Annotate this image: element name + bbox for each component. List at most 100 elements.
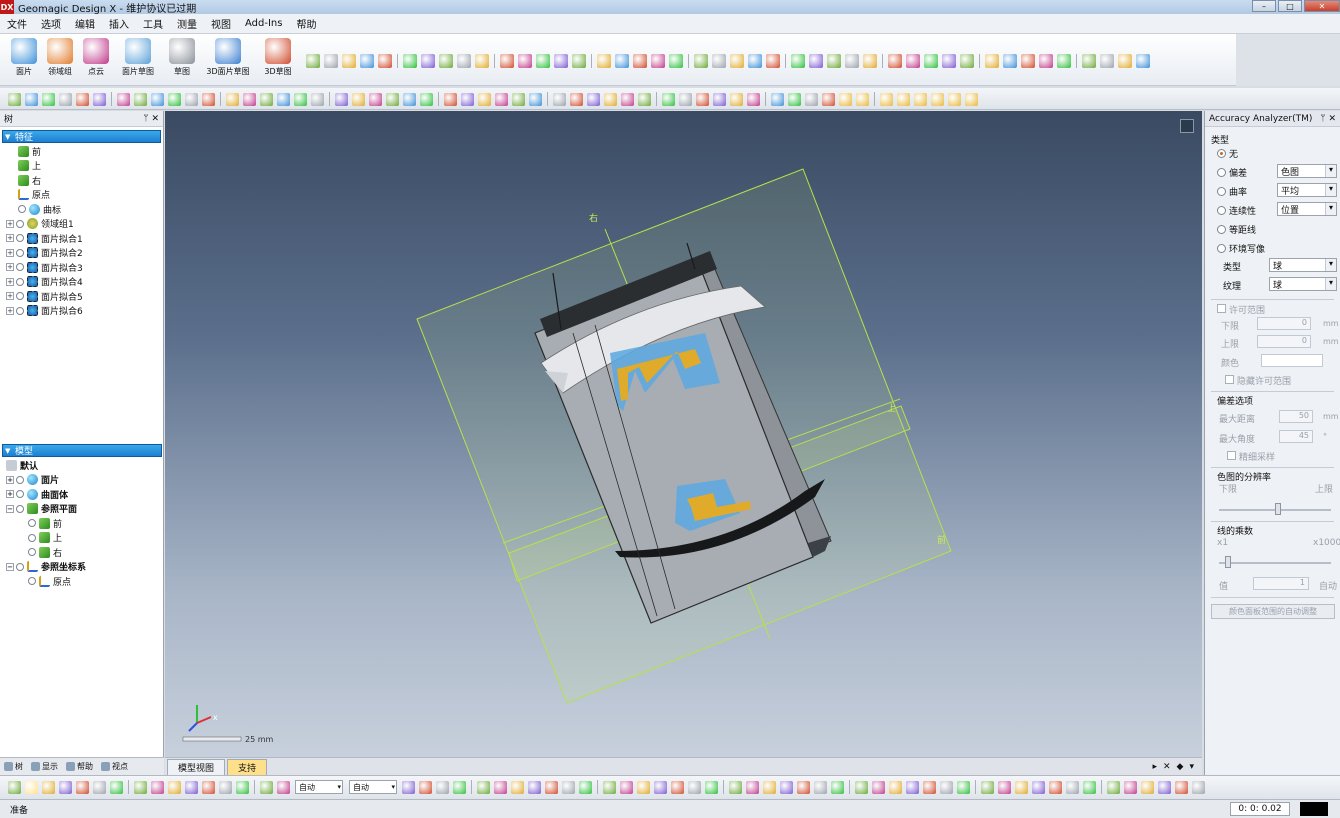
bottom-tool-icon[interactable] [134,780,147,794]
view-tool-icon[interactable] [788,92,801,106]
view-tool-icon[interactable] [965,92,978,106]
continuity-mode-combo[interactable]: 位置 [1277,202,1337,216]
menu-item-7[interactable]: Add-Ins [238,18,289,29]
ribbon-small-tool-icon[interactable] [518,54,532,68]
feature-tree-item[interactable]: 右 [0,173,163,188]
bottom-tool-icon[interactable] [780,780,793,794]
view-tool-icon[interactable] [856,92,869,106]
ribbon-small-tool-icon[interactable] [615,54,629,68]
view-tool-icon[interactable] [679,92,692,106]
model-tree-item[interactable]: 上 [0,531,164,546]
tab-prev-icon[interactable]: ▸ [1152,762,1157,772]
bottom-tool-icon[interactable] [1083,780,1096,794]
bottom-tool-icon[interactable] [1124,780,1137,794]
feature-tree-item[interactable]: 曲标 [0,202,163,217]
visibility-toggle[interactable] [16,263,24,272]
view-tool-icon[interactable] [621,92,634,106]
bottom-tool-icon[interactable] [419,780,432,794]
ribbon-small-tool-icon[interactable] [306,54,320,68]
features-section-header[interactable]: 特征 [2,130,161,143]
style-type-combo[interactable]: 球 [1269,258,1337,272]
ribbon-small-tool-icon[interactable] [766,54,780,68]
bottom-tool-icon[interactable] [185,780,198,794]
bottom-tool-icon[interactable] [545,780,558,794]
visibility-toggle[interactable] [16,504,24,513]
bottom-tool-icon[interactable] [855,780,868,794]
panel-tab-2[interactable]: 帮助 [62,761,97,772]
bottom-tool-icon[interactable] [477,780,490,794]
multiplier-slider-track[interactable] [1219,562,1331,564]
filter-mode-combo[interactable]: 自动 [349,780,397,794]
ribbon-small-tool-icon[interactable] [633,54,647,68]
accuracy-type-option[interactable]: 连续性 [1217,204,1256,217]
view-tool-icon[interactable] [662,92,675,106]
ribbon-small-tool-icon[interactable] [421,54,435,68]
bottom-tool-icon[interactable] [1015,780,1028,794]
bottom-tool-icon[interactable] [277,780,290,794]
accuracy-type-option[interactable]: 等距线 [1217,223,1256,236]
max-angle-input[interactable]: 45 [1279,430,1313,443]
view-tool-icon[interactable] [403,92,416,106]
bottom-tool-icon[interactable] [579,780,592,794]
bottom-tool-icon[interactable] [8,780,21,794]
panel-tab-0[interactable]: 树 [0,761,27,772]
view-tool-icon[interactable] [880,92,893,106]
auto-adjust-range-button[interactable]: 颜色面板范围的自动调整 [1211,604,1335,619]
view-tool-icon[interactable] [420,92,433,106]
bottom-tool-icon[interactable] [1175,780,1188,794]
ribbon-tool-3[interactable]: 面片草图 [118,38,158,77]
ribbon-small-tool-icon[interactable] [1003,54,1017,68]
panel-tab-3[interactable]: 视点 [97,761,132,772]
bottom-tool-icon[interactable] [906,780,919,794]
tab-menu-icon[interactable]: ▾ [1189,762,1194,772]
bottom-tool-icon[interactable] [797,780,810,794]
accuracy-type-option[interactable]: 环境写像 [1217,242,1265,255]
ribbon-small-tool-icon[interactable] [554,54,568,68]
ribbon-small-tool-icon[interactable] [1082,54,1096,68]
view-tool-icon[interactable] [587,92,600,106]
view-tool-icon[interactable] [948,92,961,106]
max-distance-input[interactable]: 50 [1279,410,1313,423]
viewport-maximize-icon[interactable] [1180,119,1194,133]
bottom-tool-icon[interactable] [1049,780,1062,794]
view-tool-icon[interactable] [243,92,256,106]
bottom-tool-icon[interactable] [981,780,994,794]
feature-tree-item[interactable]: + 面片拟合5 [0,289,163,304]
bottom-tool-icon[interactable] [562,780,575,794]
bottom-tool-icon[interactable] [1158,780,1171,794]
expand-icon[interactable]: + [6,263,14,272]
bottom-tool-icon[interactable] [110,780,123,794]
ribbon-small-tool-icon[interactable] [906,54,920,68]
ribbon-small-tool-icon[interactable] [669,54,683,68]
expand-icon[interactable]: + [6,248,14,257]
feature-tree-item[interactable]: + 领域组1 [0,217,163,232]
feature-tree-item[interactable]: + 面片拟合3 [0,260,163,275]
ribbon-small-tool-icon[interactable] [597,54,611,68]
view-tool-icon[interactable] [226,92,239,106]
expand-icon[interactable]: + [6,292,14,301]
ribbon-small-tool-icon[interactable] [360,54,374,68]
bottom-tool-icon[interactable] [402,780,415,794]
view-tool-icon[interactable] [914,92,927,106]
visibility-toggle[interactable] [16,490,24,499]
ribbon-tool-0[interactable]: 面片 [4,38,44,77]
visibility-toggle[interactable] [16,292,24,301]
ribbon-small-tool-icon[interactable] [651,54,665,68]
ribbon-small-tool-icon[interactable] [439,54,453,68]
visibility-toggle[interactable] [28,548,36,557]
feature-tree-item[interactable]: 原点 [0,188,163,203]
ribbon-small-tool-icon[interactable] [324,54,338,68]
view-tool-icon[interactable] [25,92,38,106]
bottom-tool-icon[interactable] [654,780,667,794]
panel-pin-close-icon[interactable]: ᛘ ✕ [143,114,159,124]
view-tool-icon[interactable] [529,92,542,106]
visibility-toggle[interactable] [28,519,36,528]
feature-tree-item[interactable]: + 面片拟合1 [0,231,163,246]
view-tool-icon[interactable] [747,92,760,106]
bottom-tool-icon[interactable] [25,780,38,794]
ribbon-small-tool-icon[interactable] [827,54,841,68]
ribbon-small-tool-icon[interactable] [863,54,877,68]
ribbon-small-tool-icon[interactable] [694,54,708,68]
value-input[interactable]: 1 [1253,577,1309,590]
model-default-item[interactable]: 默认 [0,458,164,473]
